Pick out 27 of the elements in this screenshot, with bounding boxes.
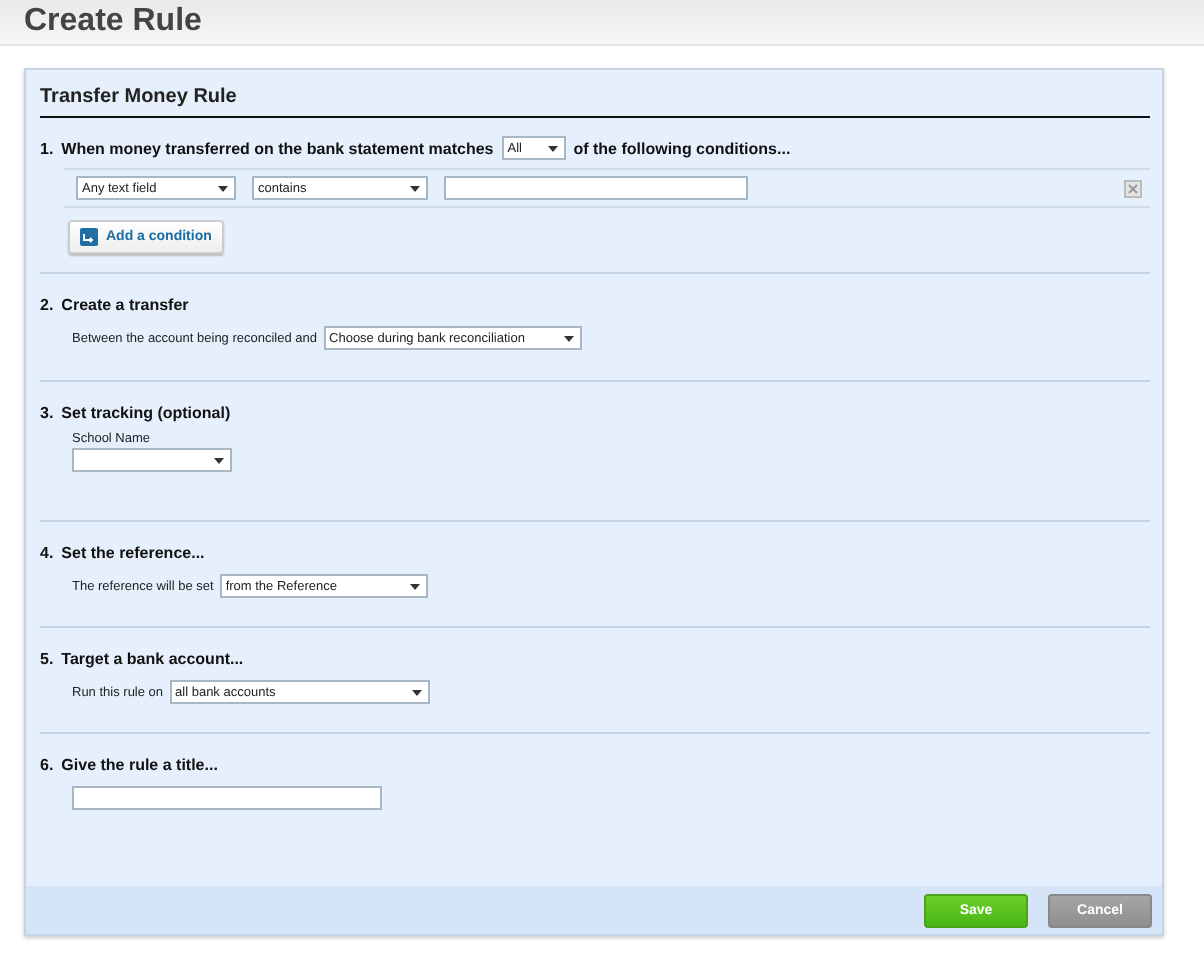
caret-icon (547, 145, 558, 151)
caret-icon (411, 689, 422, 695)
remove-icon[interactable] (1124, 180, 1142, 198)
caret-icon (410, 185, 420, 191)
caret-icon (563, 335, 574, 341)
caret-icon (214, 457, 224, 463)
section-number: 5. (40, 649, 54, 667)
section-heading: Create a transfer (61, 295, 189, 313)
caret-icon (218, 185, 228, 191)
section-number: 3. (40, 403, 54, 421)
section-number: 2. (40, 295, 54, 313)
section-number: 4. (40, 543, 54, 561)
section-number: 1. (40, 139, 54, 157)
section-number: 6. (40, 755, 54, 773)
panel-title: Transfer Money Rule (40, 70, 1150, 118)
section-heading: Target a bank account... (61, 649, 244, 667)
caret-icon (409, 583, 420, 589)
section-heading: Set tracking (optional) (61, 403, 231, 421)
title-field[interactable] (72, 786, 382, 810)
section-heading: Set the reference... (61, 543, 205, 561)
add-icon (80, 228, 98, 246)
section-heading: Give the rule a title... (61, 755, 218, 773)
section-heading: of the following conditions... (573, 139, 791, 157)
dropdown[interactable] (72, 448, 232, 472)
condition-value-field[interactable] (444, 176, 748, 200)
page-title: Create Rule (24, 2, 202, 42)
section-heading: When money transferred on the bank statement matches (61, 139, 494, 157)
